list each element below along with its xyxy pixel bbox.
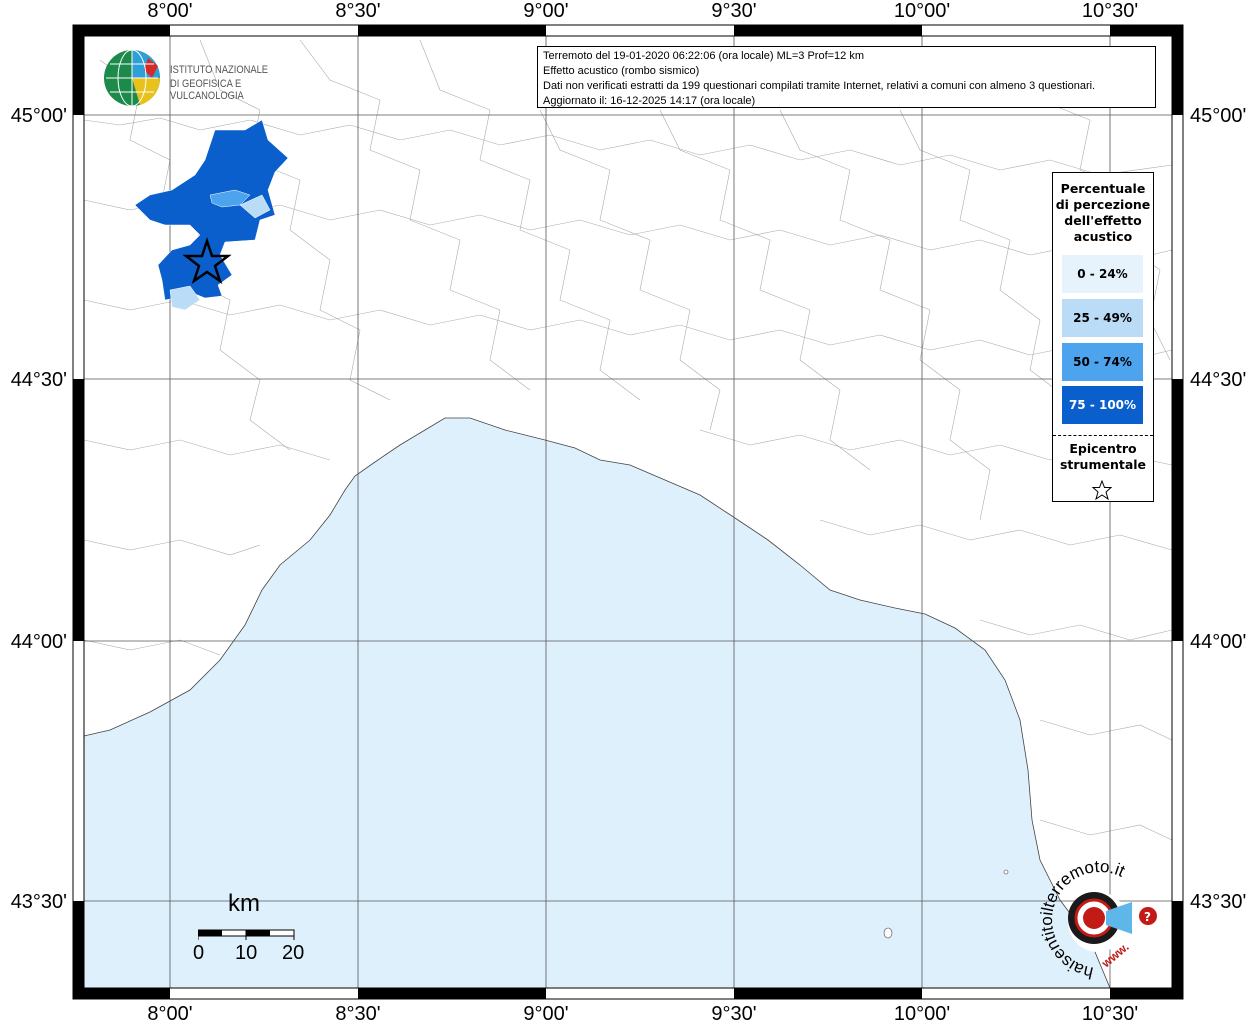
lon-label-bottom: 9°30' (711, 1003, 756, 1024)
lon-label-top: 8°00' (147, 0, 192, 22)
lon-label-top: 9°30' (711, 0, 756, 22)
legend-item: 25 - 49% (1062, 299, 1143, 337)
lat-label-left: 44°30' (11, 369, 67, 391)
lon-label-bottom: 9°00' (523, 1003, 568, 1024)
lon-label-bottom: 8°30' (335, 1003, 380, 1024)
legend: Percentuale di percezione dell'effetto a… (1052, 172, 1154, 502)
lon-label-top: 10°00' (894, 0, 950, 22)
lat-label-right: 44°30' (1190, 369, 1246, 391)
lon-label-bottom: 10°30' (1082, 1003, 1138, 1024)
lon-label-bottom: 8°00' (147, 1003, 192, 1024)
lat-label-left: 45°00' (11, 105, 67, 127)
lon-label-bottom: 10°00' (894, 1003, 950, 1024)
star-icon (1091, 479, 1113, 501)
legend-item: 75 - 100% (1062, 386, 1143, 424)
event-info-box: Terremoto del 19-01-2020 06:22:06 (ora l… (537, 46, 1156, 108)
lat-labels-left: 45°00' 44°30' 44°00' 43°30' (11, 105, 67, 913)
scale-tick: 0 (193, 942, 205, 964)
lat-label-left: 43°30' (11, 891, 67, 913)
svg-text:?: ? (1144, 910, 1151, 924)
globe-icon (104, 49, 161, 107)
scale-graphic (198, 929, 295, 940)
lon-labels-bottom: 8°00' 8°30' 9°00' 9°30' 10°00' 10°30' (147, 1003, 1138, 1024)
legend-item: 50 - 74% (1062, 343, 1143, 381)
ingv-logo-line1: ISTITUTO NAZIONALE (170, 64, 269, 76)
lat-labels-right: 45°00' 44°30' 44°00' 43°30' (1190, 105, 1246, 913)
haisentito-logo: ? haisentitoilterremoto.it www. (1036, 856, 1164, 984)
legend-title: Percentuale di percezione dell'effetto a… (1055, 181, 1151, 244)
lon-label-top: 10°30' (1082, 0, 1138, 22)
legend-epicenter-label: Epicentro strumentale (1059, 441, 1147, 472)
effect-type-line: Effetto acustico (rombo sismico) (543, 65, 700, 77)
lat-label-right: 44°00' (1190, 631, 1246, 653)
lat-label-left: 44°00' (11, 631, 67, 653)
lon-label-top: 8°30' (335, 0, 380, 22)
lon-labels-top: 8°00' 8°30' 9°00' 9°30' 10°00' 10°30' (147, 0, 1138, 22)
lat-label-right: 45°00' (1190, 105, 1246, 127)
island-gorgona (1003, 869, 1009, 875)
scale-tick: 20 (282, 942, 305, 964)
scale-bar: km 0 10 20 (190, 890, 330, 970)
legend-item: 0 - 24% (1062, 255, 1143, 293)
island-capraia (883, 927, 893, 939)
ingv-logo-line2: DI GEOFISICA E VULCANOLOGIA (170, 78, 244, 102)
updated-line: Aggiornato il: 16-12-2025 14:17 (ora loc… (543, 95, 756, 107)
scale-unit: km (228, 890, 260, 917)
ingv-logo: ISTITUTO NAZIONALE DI GEOFISICA E VULCAN… (100, 48, 320, 108)
event-info-line: Terremoto del 19-01-2020 06:22:06 (ora l… (543, 50, 865, 62)
lon-label-top: 9°00' (523, 0, 568, 22)
haisentito-logo-graphic: ? haisentitoilterremoto.it www. (1037, 857, 1157, 982)
legend-divider (1053, 435, 1153, 436)
scale-tick: 10 (235, 942, 258, 964)
lat-label-right: 43°30' (1190, 891, 1246, 913)
data-source-line: Dati non verificati estratti da 199 ques… (543, 80, 1096, 92)
